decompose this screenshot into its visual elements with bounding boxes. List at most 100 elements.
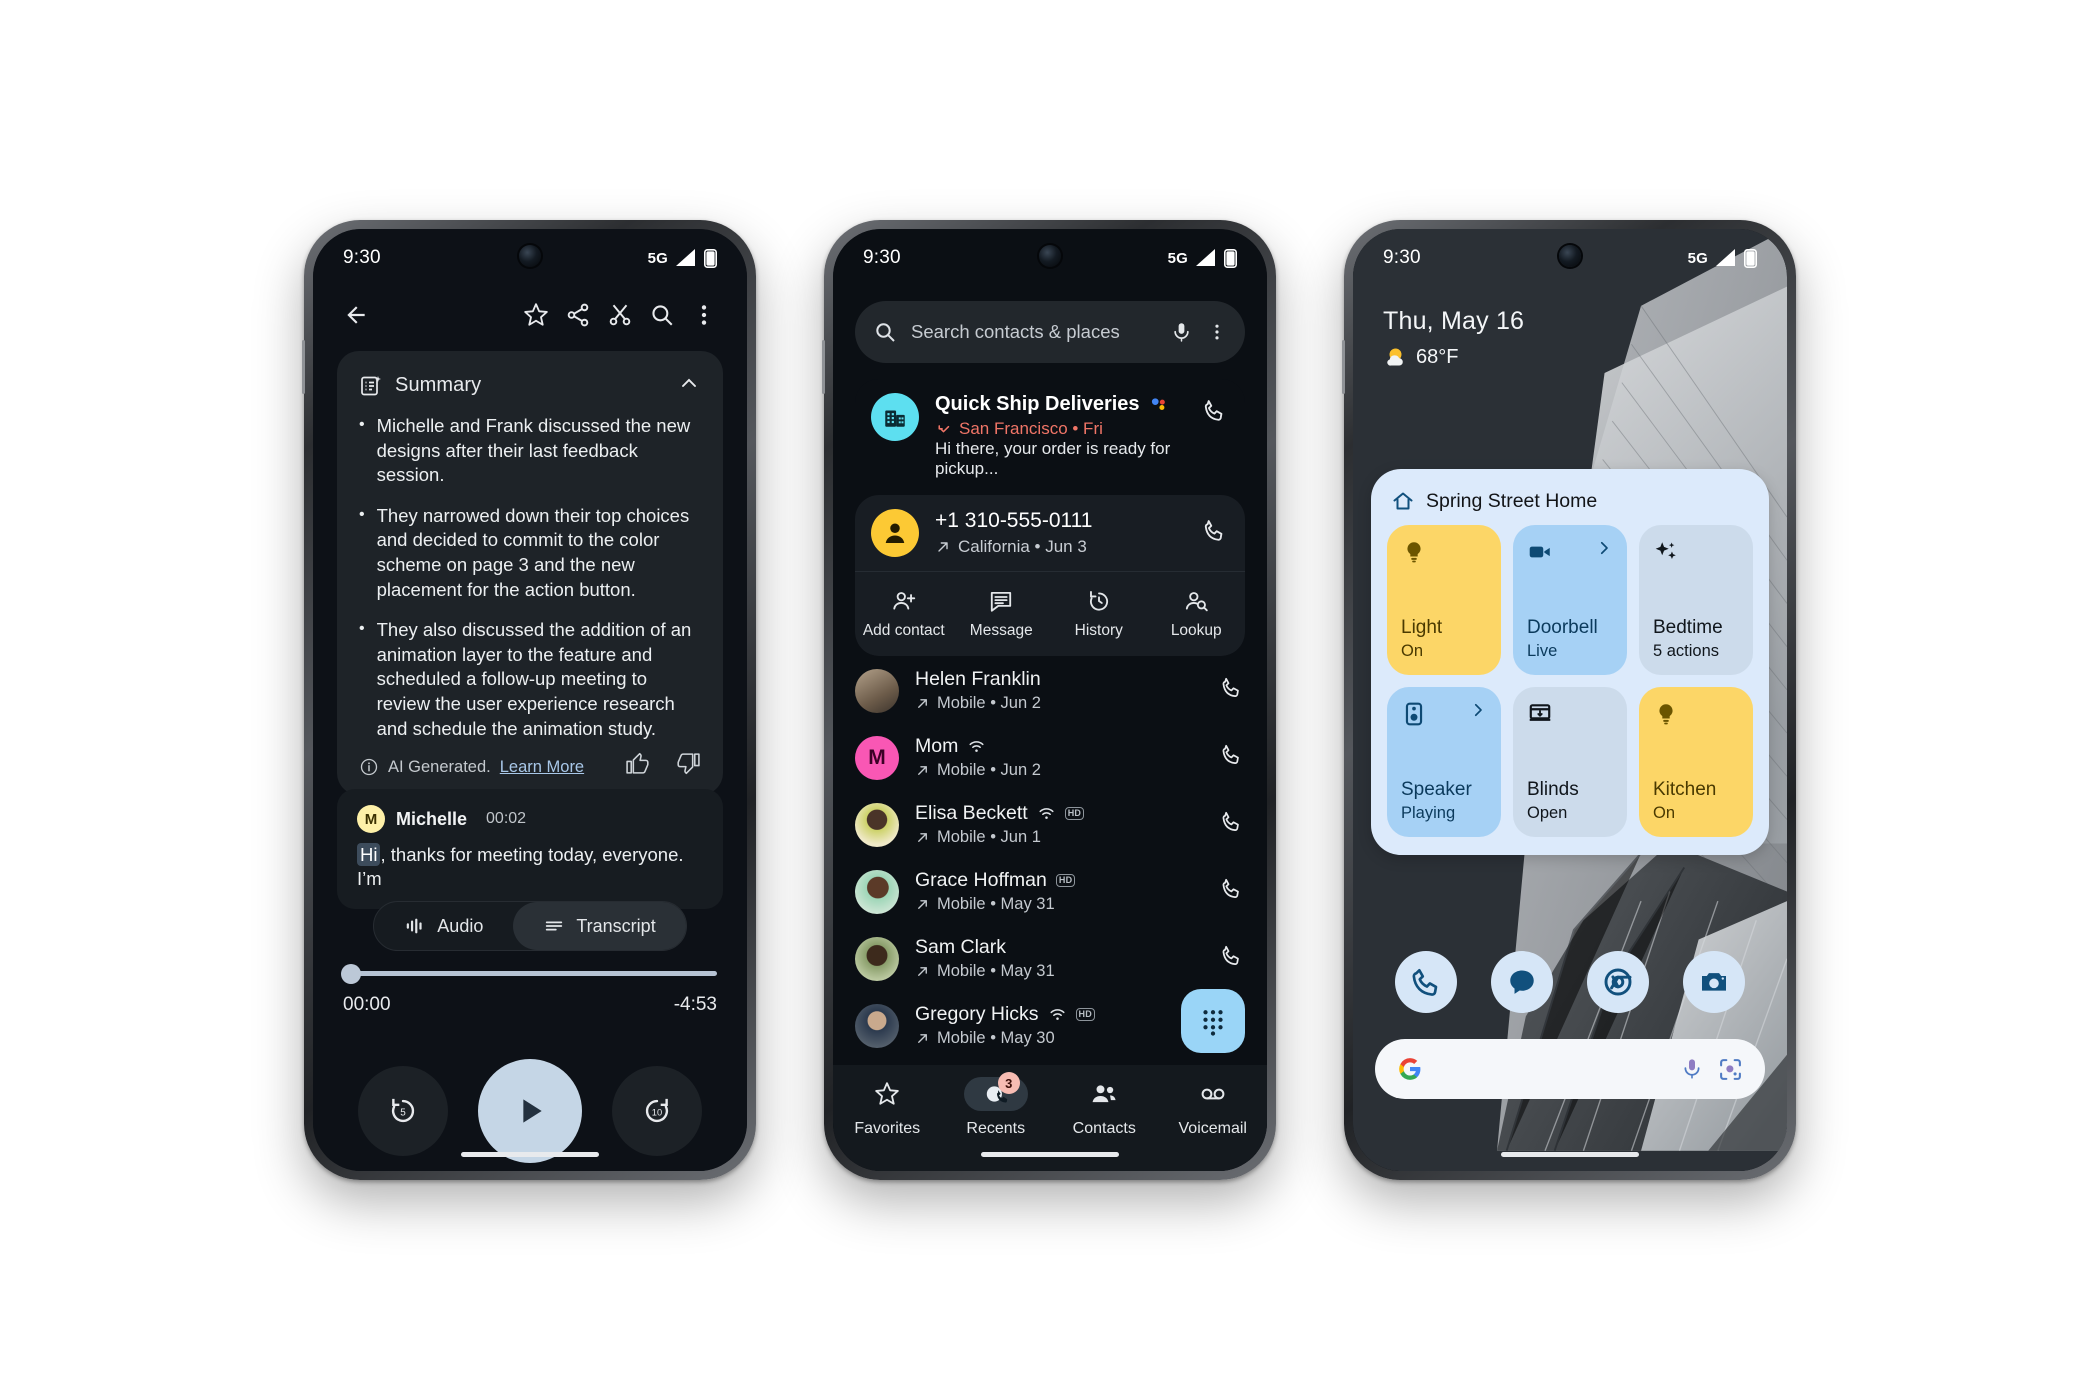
summary-card: Summary • Michelle and Frank discussed t… [337,351,723,796]
tab-voicemail[interactable]: Voicemail [1159,1077,1268,1171]
hd-badge: HD [1064,806,1085,821]
outgoing-call-icon [918,900,927,909]
back-arrow-icon[interactable] [335,294,377,336]
chrome-app-icon[interactable] [1587,951,1649,1013]
search-placeholder: Search contacts & places [911,321,1120,342]
call-icon[interactable] [1219,943,1245,974]
google-search-bar[interactable] [1375,1039,1765,1099]
mic-icon[interactable] [1680,1057,1704,1081]
tab-label: Favorites [854,1120,921,1137]
person-icon [885,523,905,543]
tab-audio[interactable]: Audio [374,902,513,950]
action-history[interactable]: History [1050,578,1148,640]
list-item[interactable]: Sam Clark Mobile • May 31 [855,925,1245,992]
call-icon[interactable] [1201,393,1229,430]
call-icon[interactable] [1201,517,1229,550]
ai-disclaimer-text: AI Generated. [388,757,491,776]
signal-icon [1196,249,1215,266]
camera-app-icon[interactable] [1683,951,1745,1013]
messages-app-icon[interactable] [1491,951,1553,1013]
outgoing-call-icon [918,833,927,842]
chevron-right-icon[interactable] [1469,701,1487,724]
action-add-contact[interactable]: Add contact [855,578,953,640]
list-item[interactable]: Helen Franklin Mobile • Jun 2 [855,657,1245,724]
tile-light[interactable]: Light On [1387,525,1501,675]
play-button[interactable] [478,1059,582,1163]
rewind-5-button[interactable]: 5 [358,1066,448,1156]
list-item[interactable]: M Mom Mobile • Jun 2 [855,724,1245,791]
home-widget-header[interactable]: Spring Street Home [1387,485,1753,525]
dialpad-fab[interactable] [1181,989,1245,1053]
tile-doorbell[interactable]: Doorbell Live [1513,525,1627,675]
battery-icon [1224,248,1237,268]
nav-pill [1072,1077,1136,1111]
outgoing-call-icon [938,542,948,552]
more-options-icon[interactable] [683,294,725,336]
tab-label: Voicemail [1178,1120,1247,1137]
cut-icon[interactable] [599,294,641,336]
phone-app-icon[interactable] [1395,951,1457,1013]
summary-bullet: • Michelle and Frank discussed the new d… [359,414,701,488]
tile-kitchen[interactable]: Kitchen On [1639,687,1753,837]
scrubber-knob[interactable] [341,963,361,984]
tile-blinds[interactable]: Blinds Open [1513,687,1627,837]
home-icon [1393,492,1413,510]
tile-state: Live [1527,642,1558,660]
summary-bullet: • They narrowed down their top choices a… [359,504,701,602]
gesture-bar-2 [981,1152,1119,1157]
thumbs-up-icon[interactable] [625,751,650,781]
thumbs-down-icon[interactable] [676,751,701,781]
building-icon [885,410,905,427]
avatar [855,802,899,847]
summary-title: Summary [395,374,482,396]
share-icon[interactable] [557,294,599,336]
people-icon [1092,1085,1116,1103]
tile-speaker[interactable]: Speaker Playing [1387,687,1501,837]
action-label: Lookup [1170,622,1222,639]
star-icon[interactable] [515,294,557,336]
wifi-calling-icon [1039,808,1054,819]
business-result-row[interactable]: Quick Ship Deliveries San Francisco • Fr… [855,379,1245,495]
search-icon[interactable] [641,294,683,336]
list-item[interactable]: Elisa Beckett HD Mobile • Jun 1 [855,791,1245,858]
call-icon[interactable] [1219,876,1245,907]
learn-more-link[interactable]: Learn More [500,758,584,777]
transcript-highlight: Hi [357,843,381,866]
action-lookup[interactable]: Lookup [1148,578,1246,640]
mic-icon[interactable] [1170,321,1193,344]
chevron-up-icon[interactable] [677,371,701,400]
tile-state: On [1653,804,1676,822]
phone-number-detail: California • Jun 3 [958,537,1087,556]
more-options-icon[interactable] [1207,322,1227,342]
at-a-glance-widget[interactable]: Thu, May 16 68°F [1383,307,1524,369]
call-icon[interactable] [1219,675,1245,706]
search-bar[interactable]: Search contacts & places [855,301,1245,363]
summary-bullet-list: • Michelle and Frank discussed the new d… [359,414,701,741]
sun-behind-cloud-icon [1387,348,1403,366]
action-message[interactable]: Message [953,578,1051,640]
status-time: 9:30 [863,247,901,268]
contact-detail: Mobile • Jun 2 [937,761,1041,779]
person-avatar [871,509,919,557]
tab-favorites[interactable]: Favorites [833,1077,942,1171]
phone-number-card[interactable]: +1 310-555-0111 California • Jun 3 [855,495,1245,571]
tab-transcript[interactable]: Transcript [513,902,686,950]
scrubber-track[interactable] [341,963,717,984]
lens-icon[interactable] [1718,1057,1743,1082]
business-name-row: Quick Ship Deliveries [935,393,1185,416]
playback-scrubber[interactable]: 00:00 -4:53 [341,963,717,1016]
forward-10-button[interactable]: 10 [612,1066,702,1156]
action-label: Message [969,622,1033,639]
call-icon[interactable] [1219,742,1245,773]
summary-header[interactable]: Summary [359,371,701,400]
call-icon[interactable] [1219,809,1245,840]
top-result-group: Quick Ship Deliveries San Francisco • Fr… [855,379,1245,656]
contact-name-row: Grace Hoffman HD [915,869,1203,892]
transcript-snippet[interactable]: M Michelle 00:02 Hi, thanks for meeting … [337,789,723,910]
contact-name-row: Sam Clark [915,936,1203,959]
contact-detail: Mobile • May 31 [937,962,1055,980]
list-item[interactable]: Grace Hoffman HD Mobile • May 31 [855,858,1245,925]
chevron-right-icon[interactable] [1595,539,1613,562]
voicemail-icon [1201,1088,1225,1100]
tile-bedtime[interactable]: Bedtime 5 actions [1639,525,1753,675]
